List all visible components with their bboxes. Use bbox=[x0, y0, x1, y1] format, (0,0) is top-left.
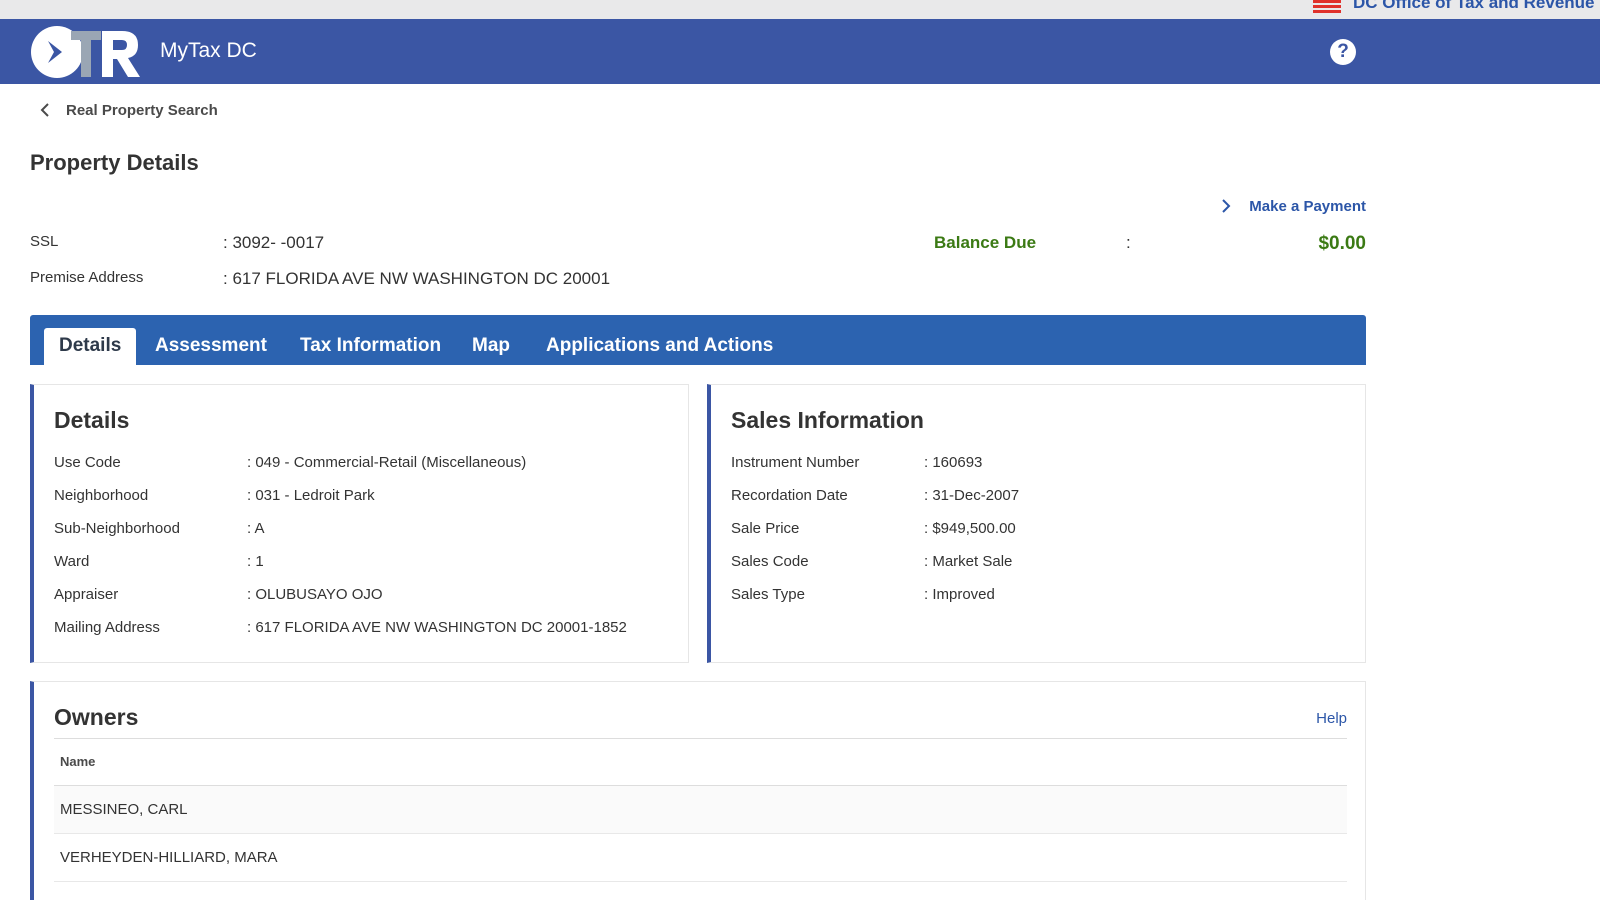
tab-map[interactable]: Map bbox=[472, 328, 510, 365]
mailing-address-value: : 617 FLORIDA AVE NW WASHINGTON DC 20001… bbox=[247, 619, 627, 636]
sale-price-value: : $949,500.00 bbox=[924, 520, 1016, 537]
ward-label: Ward bbox=[54, 553, 90, 570]
top-strip: DC Office of Tax and Revenue bbox=[0, 0, 1600, 19]
premise-address-label: Premise Address bbox=[30, 269, 144, 286]
app-title: MyTax DC bbox=[160, 39, 257, 62]
make-payment-label: Make a Payment bbox=[1249, 197, 1366, 215]
appraiser-value: : OLUBUSAYO OJO bbox=[247, 586, 383, 603]
tab-applications-and-actions[interactable]: Applications and Actions bbox=[546, 328, 773, 365]
agency-name[interactable]: DC Office of Tax and Revenue bbox=[1353, 0, 1595, 13]
sales-code-label: Sales Code bbox=[731, 553, 809, 570]
app-header: MyTax DC ? bbox=[0, 19, 1600, 84]
balance-due-value: $0.00 bbox=[1318, 233, 1366, 254]
back-link[interactable]: Real Property Search bbox=[36, 100, 218, 120]
dc-flag-icon bbox=[1313, 0, 1341, 13]
appraiser-label: Appraiser bbox=[54, 586, 119, 603]
owners-title: Owners bbox=[54, 704, 139, 730]
make-payment-link[interactable]: Make a Payment bbox=[1217, 197, 1366, 215]
sales-information-title: Sales Information bbox=[731, 407, 924, 433]
sub-neighborhood-value: : A bbox=[247, 520, 265, 537]
ssl-label: SSL bbox=[30, 233, 59, 250]
owner-name: MESSINEO, CARL bbox=[60, 801, 188, 818]
name-column-header: Name bbox=[60, 754, 96, 769]
owners-card: Owners Help Name MESSINEO, CARL VERHEYDE… bbox=[30, 681, 1366, 900]
balance-due-label: Balance Due bbox=[934, 233, 1037, 252]
sale-price-label: Sale Price bbox=[731, 520, 800, 537]
premise-address-value: : 617 FLORIDA AVE NW WASHINGTON DC 20001 bbox=[223, 269, 611, 288]
tab-tax-information[interactable]: Tax Information bbox=[300, 328, 441, 365]
sales-information-card: Sales Information Instrument Number : 16… bbox=[707, 384, 1366, 663]
owner-name: VERHEYDEN-HILLIARD, MARA bbox=[60, 849, 278, 866]
back-link-label: Real Property Search bbox=[66, 101, 218, 119]
tab-assessment[interactable]: Assessment bbox=[155, 328, 267, 365]
sales-type-value: : Improved bbox=[924, 586, 995, 603]
recordation-date-value: : 31-Dec-2007 bbox=[924, 487, 1020, 504]
use-code-value: : 049 - Commercial-Retail (Miscellaneous… bbox=[247, 454, 527, 471]
neighborhood-label: Neighborhood bbox=[54, 487, 149, 504]
divider bbox=[54, 738, 1347, 739]
recordation-date-label: Recordation Date bbox=[731, 487, 848, 504]
table-row: MESSINEO, CARL bbox=[54, 786, 1347, 834]
mailing-address-label: Mailing Address bbox=[54, 619, 160, 636]
chevron-right-icon bbox=[1222, 199, 1231, 213]
owners-help-link[interactable]: Help bbox=[1316, 710, 1347, 727]
neighborhood-value: : 031 - Ledroit Park bbox=[247, 487, 375, 504]
table-row: VERHEYDEN-HILLIARD, MARA bbox=[54, 834, 1347, 882]
ssl-value: : 3092- -0017 bbox=[223, 233, 325, 252]
instrument-number-value: : 160693 bbox=[924, 454, 983, 471]
chevron-left-icon bbox=[40, 103, 49, 117]
sub-neighborhood-label: Sub-Neighborhood bbox=[54, 520, 180, 537]
details-title: Details bbox=[54, 407, 130, 433]
use-code-label: Use Code bbox=[54, 454, 121, 471]
sales-type-label: Sales Type bbox=[731, 586, 805, 603]
balance-due-colon: : bbox=[1126, 233, 1131, 252]
otr-logo-icon[interactable] bbox=[30, 25, 142, 79]
question-mark-icon[interactable]: ? bbox=[1330, 39, 1356, 65]
tab-bar: Details Assessment Tax Information Map A… bbox=[30, 315, 1366, 365]
sales-code-value: : Market Sale bbox=[924, 553, 1013, 570]
instrument-number-label: Instrument Number bbox=[731, 454, 860, 471]
tab-details[interactable]: Details bbox=[44, 328, 137, 365]
ward-value: : 1 bbox=[247, 553, 264, 570]
details-card: Details Use Code : 049 - Commercial-Reta… bbox=[30, 384, 689, 663]
page-title: Property Details bbox=[30, 150, 199, 175]
